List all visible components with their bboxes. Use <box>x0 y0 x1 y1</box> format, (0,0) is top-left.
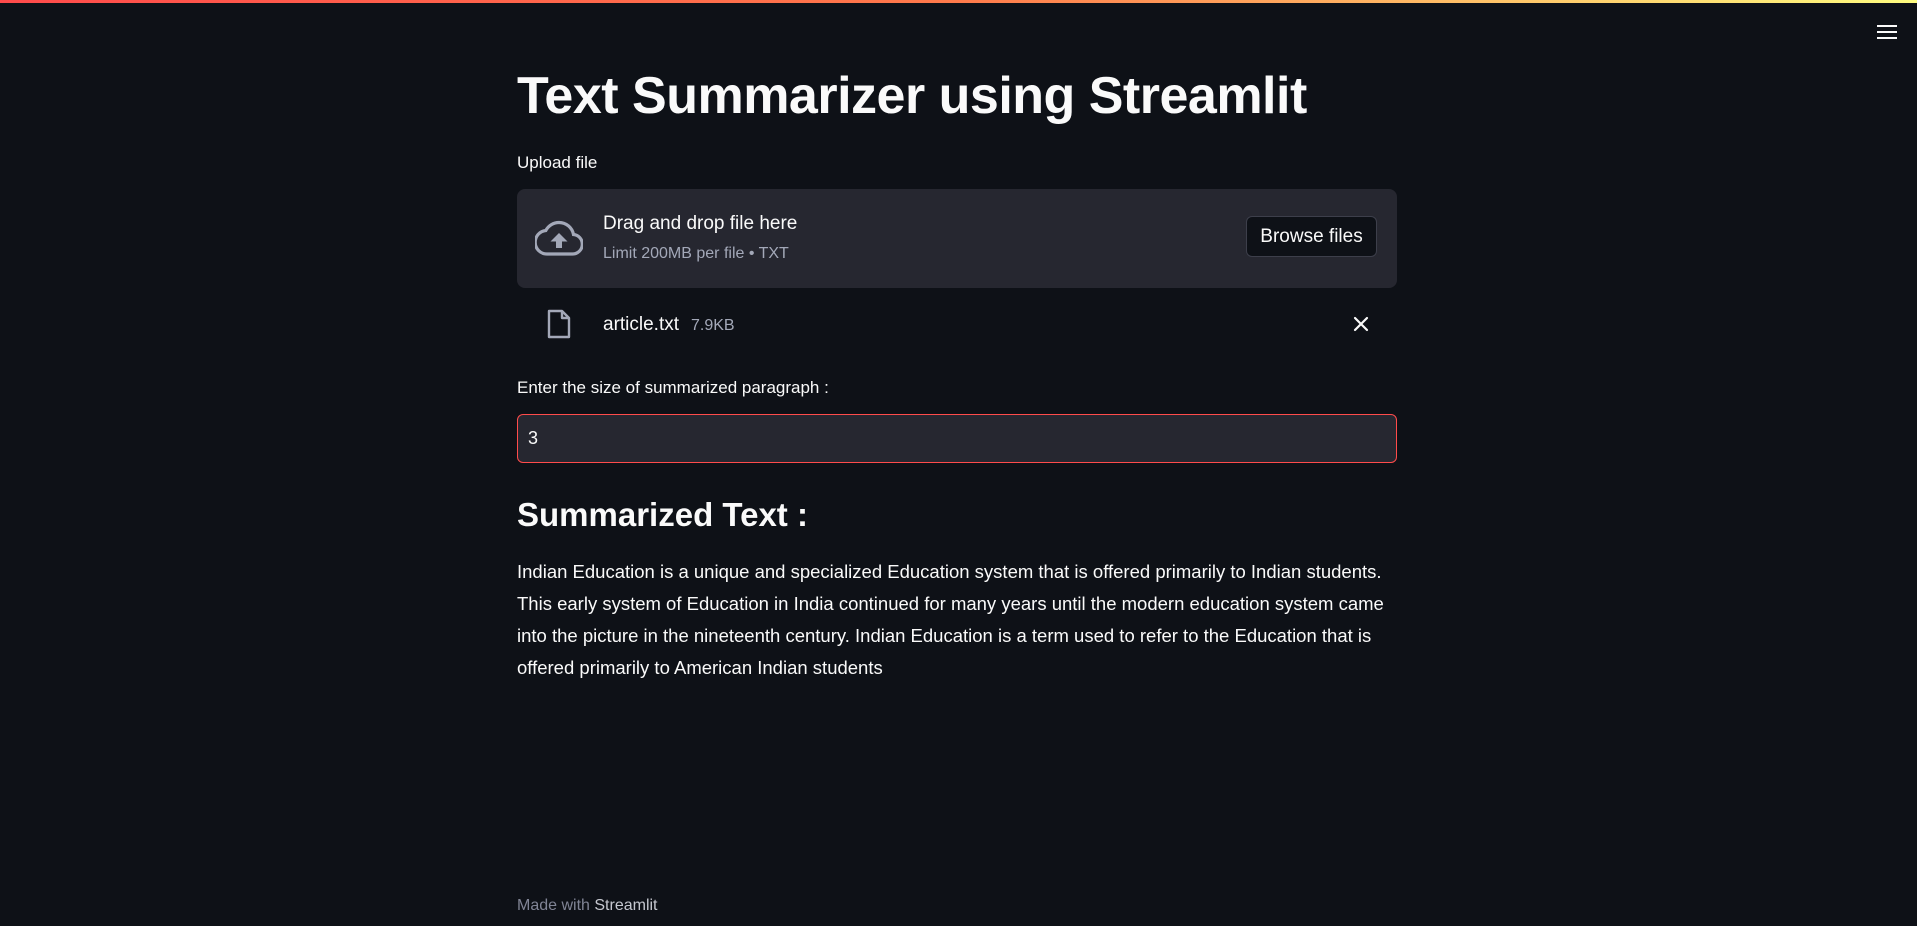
main-menu-button[interactable] <box>1875 20 1899 44</box>
close-icon[interactable] <box>1351 314 1371 334</box>
summary-heading: Summarized Text : <box>517 496 808 533</box>
hamburger-menu-icon <box>1877 25 1897 39</box>
page-title: Text Summarizer using Streamlit <box>517 67 1307 125</box>
cloud-upload-icon <box>535 220 583 256</box>
footer: Made with Streamlit <box>517 896 658 916</box>
file-uploader-label: Upload file <box>517 153 598 172</box>
file-dropzone[interactable]: Drag and drop file here Limit 200MB per … <box>517 189 1397 288</box>
file-icon <box>547 309 571 339</box>
dropzone-instructions: Drag and drop file here <box>603 213 798 234</box>
browse-files-button[interactable]: Browse files <box>1246 216 1377 257</box>
header-decoration-bar <box>0 0 1917 3</box>
summary-size-input[interactable] <box>517 414 1397 463</box>
footer-prefix: Made with <box>517 897 590 914</box>
uploaded-file-row: article.txt 7.9KB <box>517 304 1397 344</box>
uploaded-file-size: 7.9KB <box>691 317 735 334</box>
uploaded-file-name: article.txt <box>603 314 680 335</box>
footer-streamlit-link[interactable]: Streamlit <box>594 897 657 914</box>
dropzone-limit-text: Limit 200MB per file • TXT <box>603 245 789 262</box>
summary-size-label: Enter the size of summarized paragraph : <box>517 378 829 397</box>
summary-text: Indian Education is a unique and special… <box>517 561 1384 678</box>
